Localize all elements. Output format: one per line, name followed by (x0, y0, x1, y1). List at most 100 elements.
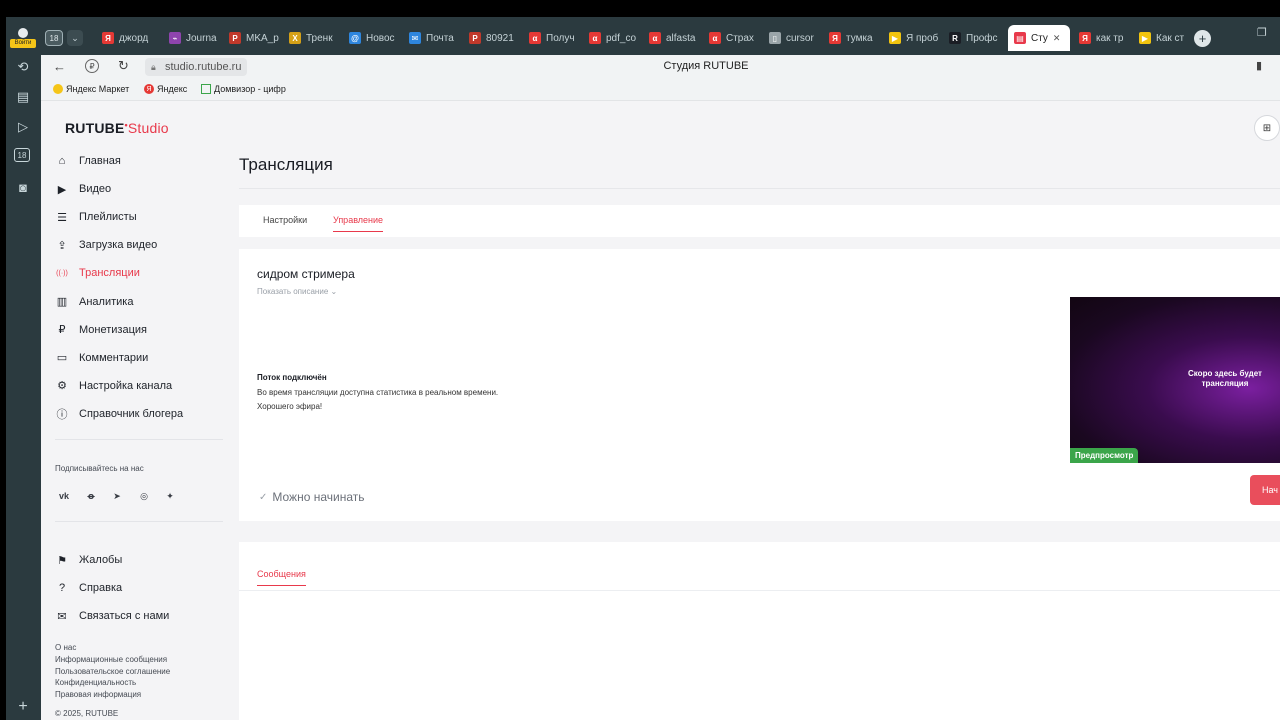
footer-link[interactable]: Пользовательское соглашение (55, 667, 170, 676)
status-line-1: Во время трансляции доступна статистика … (257, 388, 499, 397)
profile-button[interactable]: Войти (10, 28, 36, 48)
sidebar-item-upload[interactable]: ⇪ Загрузка видео (55, 235, 157, 255)
browser-tab[interactable]: α pdf_co (583, 25, 641, 51)
play-icon: ▶ (889, 32, 901, 44)
ok-icon[interactable]: ꝋ (82, 487, 100, 505)
sidebar-bottom-item-mail[interactable]: ✉ Связаться с нами (55, 606, 169, 626)
sidebar-item-analytics[interactable]: ▥ Аналитика (55, 292, 134, 312)
add-panel-icon[interactable]: + (14, 698, 32, 716)
close-tab-icon[interactable]: ✕ (1053, 33, 1061, 44)
stream-preview[interactable]: Скоро здесь будет трансляция Предпросмот… (1070, 297, 1280, 463)
journal-icon: ⌁ (169, 32, 181, 44)
user-icon (18, 28, 28, 38)
browser-tab[interactable]: α Страх (703, 25, 761, 51)
add-widget-icon[interactable]: ⊞ (1254, 115, 1280, 141)
copyright: © 2025, RUTUBE (55, 709, 119, 718)
sidebar-bottom-item-help[interactable]: ? Справка (55, 578, 122, 598)
browser-tab[interactable]: P 80921 (463, 25, 521, 51)
nav-item-label: Главная (79, 155, 121, 167)
sidebar-item-gear[interactable]: ⚙ Настройка канала (55, 376, 172, 396)
browser-tab[interactable]: ⌁ Journa (163, 25, 221, 51)
viber-icon[interactable]: ◎ (135, 487, 153, 505)
collections-icon[interactable]: ▤ (14, 88, 32, 106)
social-title: Подписывайтесь на нас (55, 464, 144, 473)
browser-tab-label: Профс (966, 32, 998, 44)
browser-tab[interactable]: ▶ Я проб (883, 25, 941, 51)
bookmark-icon[interactable]: ▮ (1256, 59, 1262, 72)
nav-item-label: Связаться с нами (79, 610, 170, 622)
sidebar-item-playlist[interactable]: ☰ Плейлисты (55, 207, 137, 227)
status-title: Поток подключён (257, 373, 327, 382)
browser-tab[interactable]: ▶ Как ст (1133, 25, 1191, 51)
start-broadcast-button[interactable]: Нач (1250, 475, 1280, 505)
address-bar: ← ₽ ↻ 🔒︎ studio.rutube.ru Студия RUTUBE … (41, 55, 1280, 80)
browser-tab[interactable]: X Тренк (283, 25, 341, 51)
sidebar-item-info[interactable]: ⓘ Справочник блогера (55, 404, 184, 424)
bookmark-market[interactable]: Яндекс Маркет (53, 84, 129, 94)
history-icon[interactable]: ⟲ (14, 58, 32, 76)
window-menu-icon[interactable]: ❐ (1257, 26, 1271, 40)
rutube-studio-logo[interactable]: RUTUBE•Studio (65, 120, 169, 136)
ruble-icon: ₽ (58, 324, 66, 337)
side-panel-edge (0, 17, 6, 720)
tab-counter[interactable]: 18 (45, 30, 63, 46)
browser-tab[interactable]: Ятумка (823, 25, 881, 51)
messages-divider (239, 590, 1280, 591)
comment-icon: ▭ (56, 352, 68, 365)
tab-settings[interactable]: Настройки (263, 215, 307, 225)
heading-divider (239, 188, 1280, 189)
browser-tab[interactable]: @ Новос (343, 25, 401, 51)
play-icon: ▶ (1139, 32, 1151, 44)
sidebar-bottom-item-flag[interactable]: ⚑ Жалобы (55, 550, 122, 570)
stream-title: сидром стримера (257, 267, 355, 281)
browser-tab[interactable]: α Получ (523, 25, 581, 51)
browser-tab[interactable]: α alfasta (643, 25, 701, 51)
bookmark-domvizor[interactable]: Домвизор - цифр (201, 84, 286, 94)
browser-tab-label: Получ (546, 32, 575, 44)
footer-link[interactable]: Правовая информация (55, 690, 141, 699)
house-icon (201, 84, 211, 94)
media-play-icon[interactable]: ▷ (14, 118, 32, 136)
browser-tab[interactable]: Яджорд (96, 25, 154, 51)
plus-icon[interactable]: ✦ (161, 487, 179, 505)
screenshot-icon[interactable]: ◙ (14, 178, 32, 196)
footer-link[interactable]: Информационные сообщения (55, 655, 167, 664)
flag-icon: ⚑ (57, 554, 67, 567)
bookmarks-bar: Яндекс Маркет Я Яндекс Домвизор - цифр (41, 80, 1280, 101)
browser-tab[interactable]: Якак тр (1073, 25, 1131, 51)
r-icon: R (949, 32, 961, 44)
sidebar-item-video[interactable]: ▶ Видео (55, 179, 111, 199)
new-tab-button[interactable]: + (1194, 30, 1211, 47)
telegram-icon[interactable]: ➤ (108, 487, 126, 505)
show-description-link[interactable]: Показать описание ⌄ (257, 287, 337, 296)
vk-icon[interactable]: vk (55, 487, 73, 505)
sidebar-divider (55, 521, 223, 522)
preview-badge: Предпросмотр (1070, 448, 1139, 463)
browser-tab[interactable]: P MKA_р (223, 25, 281, 51)
tab-counter-side-icon[interactable]: 18 (14, 148, 30, 162)
browser-tab-label: джорд (119, 32, 149, 44)
tab-messages[interactable]: Сообщения (257, 569, 306, 586)
footer-link[interactable]: Конфиденциальность (55, 678, 136, 687)
alfa-icon: α (709, 32, 721, 44)
screen: Войти ⟲ ▤ ▷ 18 ◙ + 18 ⌄ Яджорд ⌁ Journa P MK… (0, 0, 1280, 720)
sidebar-item-home[interactable]: ⌂ Главная (55, 151, 121, 171)
sidebar-item-broadcast[interactable]: ((·)) Трансляции (55, 263, 140, 283)
sidebar: RUTUBE•Studio ⌂ Главная ▶ Видео ☰ Плейлисты ⇪ З… (41, 101, 223, 720)
browser-tab-label: Тренк (306, 32, 333, 44)
browser-tab[interactable]: R Профс (943, 25, 1001, 51)
pdf-icon: P (229, 32, 241, 44)
browser-tab[interactable]: ▯ cursor (763, 25, 821, 51)
top-black-bar (0, 0, 1280, 17)
analytics-icon: ▥ (56, 296, 68, 308)
sidebar-item-comment[interactable]: ▭ Комментарии (55, 348, 149, 368)
browser-tab-label: 80921 (486, 32, 514, 44)
browser-tab[interactable]: ▤ Сту ✕ (1008, 25, 1070, 51)
alfa-icon: α (649, 32, 661, 44)
footer-link[interactable]: О нас (55, 643, 76, 652)
sidebar-item-ruble[interactable]: ₽ Монетизация (55, 320, 147, 340)
bookmark-yandex[interactable]: Я Яндекс (144, 84, 187, 94)
tabs-dropdown-icon[interactable]: ⌄ (67, 30, 83, 46)
tab-management[interactable]: Управление (333, 215, 384, 232)
browser-tab[interactable]: ✉ Почта (403, 25, 461, 51)
